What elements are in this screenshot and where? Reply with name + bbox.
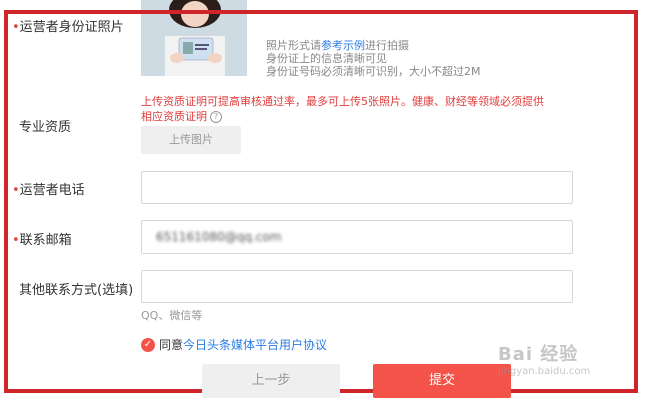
agreement-checkbox[interactable]: ✓	[141, 337, 155, 352]
id-photo-note-2: 身份证上的信息清晰可见	[266, 52, 387, 65]
other-contact-hint: QQ、微信等	[141, 309, 203, 322]
qualification-tip: 上传资质证明可提高审核通过率，最多可上传5张照片。健康、财经等领域必须提供 相应…	[141, 95, 544, 123]
required-mark: •	[12, 233, 20, 248]
other-contact-input[interactable]	[141, 270, 573, 303]
example-link[interactable]: 参考示例	[321, 39, 365, 52]
other-contact-label: 其他联系方式(选填)	[19, 283, 134, 298]
required-mark: •	[12, 183, 20, 198]
email-label: •联系邮箱	[12, 233, 72, 248]
watermark-url: jingyan.baidu.com	[498, 366, 591, 377]
id-photo-note-3: 身份证号码必须清晰可识别，大小不超过2M	[266, 65, 481, 78]
phone-input[interactable]	[141, 171, 573, 204]
help-icon[interactable]: ?	[210, 111, 222, 123]
id-photo-note-1: 照片形式请参考示例进行拍摄	[266, 39, 409, 52]
required-mark: •	[12, 20, 20, 35]
prev-step-button[interactable]: 上一步	[202, 364, 340, 398]
upload-image-button[interactable]: 上传图片	[141, 126, 241, 154]
email-input[interactable]: 651161080@qq.com	[141, 220, 573, 254]
baidu-jingyan-watermark: Bai 经验 jingyan.baidu.com	[498, 340, 630, 390]
id-photo-label: •运营者身份证照片	[12, 20, 124, 35]
agreement-link[interactable]: 今日头条媒体平台用户协议	[183, 336, 327, 353]
watermark-brand: Bai 经验	[498, 344, 579, 365]
qualification-label: 专业资质	[19, 120, 72, 135]
agreement-row: ✓ 同意 今日头条媒体平台用户协议	[141, 336, 327, 353]
id-photo-notes: 照片形式请参考示例进行拍摄 身份证上的信息清晰可见 身份证号码必须清晰可识别，大…	[266, 39, 506, 78]
phone-label: •运营者电话	[12, 183, 85, 198]
submit-button[interactable]: 提交	[373, 364, 511, 398]
